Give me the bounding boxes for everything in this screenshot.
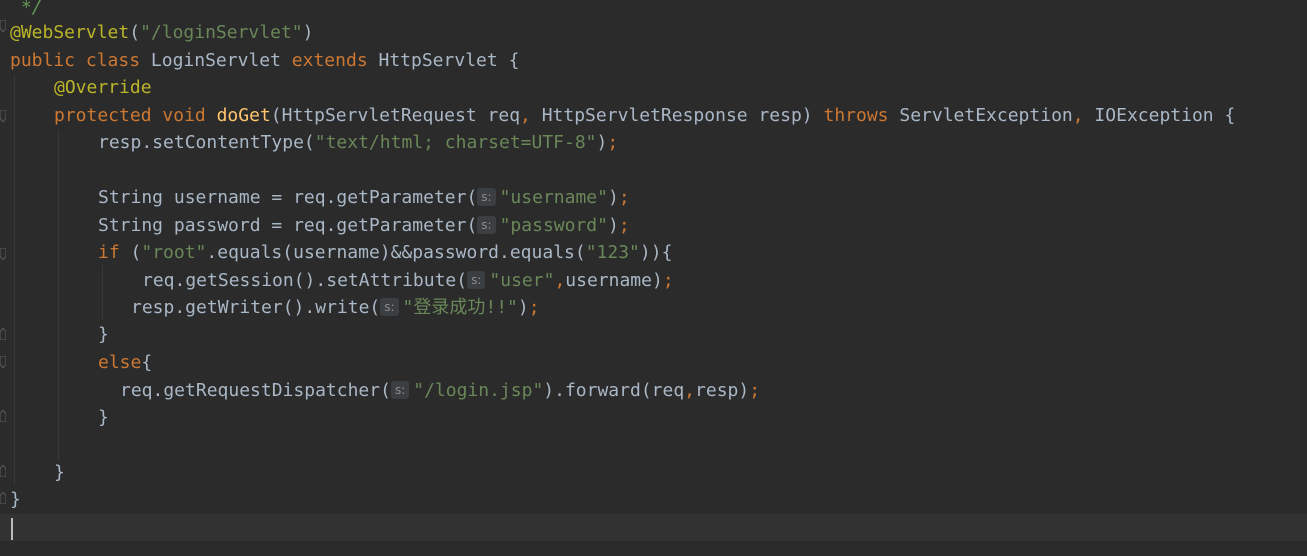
comma-token: , [1072, 105, 1084, 126]
keyword-token: public [10, 50, 76, 71]
semicolon-token: ; [662, 270, 674, 291]
fold-marker-icon[interactable] [0, 20, 6, 32]
indent-guide [58, 130, 59, 460]
text-caret [11, 518, 13, 540]
string-token: "username" [499, 187, 608, 208]
string-token: "text/html; charset=UTF-8" [314, 132, 597, 153]
fold-marker-icon[interactable] [0, 110, 6, 122]
brace-token: } [98, 324, 109, 345]
string-token: "/loginServlet" [140, 22, 303, 43]
code-line[interactable]: String password = req.getParameter(s: "pa… [98, 212, 630, 239]
code-token: username) [565, 270, 663, 291]
code-line[interactable]: public class LoginServlet extends HttpSe… [10, 47, 519, 74]
semicolon-token: ; [607, 132, 619, 153]
keyword-token: protected [54, 105, 152, 126]
fold-marker-icon[interactable] [0, 248, 6, 260]
code-token: ) [596, 132, 608, 153]
semicolon-token: ; [528, 297, 540, 318]
string-token: "root" [141, 242, 207, 263]
code-token: ServletException [888, 105, 1073, 126]
annotation-token: @Override [54, 77, 152, 98]
code-line[interactable]: req.getSession().setAttribute(s: "user",u… [142, 267, 674, 294]
comma-token: , [554, 270, 566, 291]
code-token: req.getSession().setAttribute( [142, 270, 468, 291]
fold-marker-icon[interactable] [0, 328, 6, 340]
brace-token: } [54, 462, 65, 483]
code-token: resp.setContentType( [98, 132, 315, 153]
code-line[interactable]: req.getRequestDispatcher(s: "/login.jsp")… [120, 377, 760, 404]
string-token: "user" [489, 270, 555, 291]
code-line[interactable]: String username = req.getParameter(s: "us… [98, 184, 630, 211]
code-token: ) [517, 297, 529, 318]
code-token: String username = req.getParameter( [98, 187, 478, 208]
annotation-token: @WebServlet [10, 22, 130, 43]
code-line[interactable]: resp.getWriter().write(s: "登录成功!!"); [131, 294, 540, 321]
fold-marker-icon[interactable] [0, 410, 6, 422]
string-token: "登录成功!!" [402, 297, 518, 318]
keyword-token: void [162, 105, 206, 126]
code-line[interactable]: } [10, 486, 21, 513]
code-line[interactable]: @Override [54, 74, 152, 101]
class-name-token: HttpServlet [378, 50, 498, 71]
indent-guide [14, 75, 15, 485]
brace-token: { [141, 352, 153, 373]
code-token: ) [607, 187, 619, 208]
code-line[interactable]: protected void doGet(HttpServletRequest … [54, 102, 1235, 129]
fold-marker-icon[interactable] [0, 492, 6, 504]
code-line[interactable]: } [98, 404, 109, 431]
code-token: String password = req.getParameter( [98, 215, 478, 236]
code-token: req.getRequestDispatcher( [120, 380, 391, 401]
code-token: ( [129, 22, 141, 43]
code-line[interactable]: else{ [98, 349, 152, 376]
code-token: ).forward(req [543, 380, 685, 401]
code-line[interactable]: resp.setContentType("text/html; charset=… [98, 129, 618, 156]
code-token: IOException { [1083, 105, 1236, 126]
code-token: ( [119, 242, 142, 263]
brace-token: } [10, 489, 21, 510]
current-line-highlight[interactable] [0, 514, 1307, 541]
code-token: (HttpServletRequest req [270, 105, 521, 126]
string-token: "/login.jsp" [413, 380, 544, 401]
keyword-token: class [85, 50, 141, 71]
semicolon-token: ; [749, 380, 761, 401]
parameter-hint: s: [477, 188, 496, 206]
semicolon-token: ; [618, 215, 630, 236]
comma-token: , [520, 105, 531, 126]
code-token: HttpServletResponse resp) [530, 105, 824, 126]
parameter-hint: s: [477, 216, 496, 234]
keyword-token: throws [823, 105, 889, 126]
method-name-token: doGet [216, 105, 271, 126]
code-editor[interactable]: */ @WebServlet("/loginServlet") public c… [0, 0, 1307, 556]
keyword-token: extends [291, 50, 368, 71]
code-token: .equals(username)&&password.equals( [206, 242, 586, 263]
code-token: )){ [639, 242, 673, 263]
comma-token: , [684, 380, 696, 401]
code-token: ) [607, 215, 619, 236]
parameter-hint: s: [390, 381, 410, 399]
code-line[interactable]: } [98, 321, 109, 348]
brace-token: { [508, 50, 520, 71]
fold-marker-icon[interactable] [0, 356, 6, 368]
code-line[interactable]: @WebServlet("/loginServlet") [10, 19, 313, 46]
comment-token: */ [10, 0, 43, 18]
fold-marker-icon[interactable] [0, 465, 6, 477]
string-token: "password" [499, 215, 608, 236]
parameter-hint: s: [467, 271, 486, 289]
string-token: "123" [585, 242, 640, 263]
class-name-token: LoginServlet [150, 50, 281, 71]
brace-token: } [98, 407, 109, 428]
keyword-token: if [98, 242, 120, 263]
code-token: resp.getWriter().write( [131, 297, 381, 318]
code-token: resp) [695, 380, 750, 401]
code-line[interactable]: } [54, 459, 65, 486]
code-token: ) [302, 22, 314, 43]
indent-guide [102, 265, 103, 320]
parameter-hint: s: [380, 298, 399, 316]
code-line[interactable]: if ("root".equals(username)&&password.eq… [98, 239, 672, 266]
code-line[interactable]: */ [10, 0, 43, 21]
semicolon-token: ; [618, 187, 630, 208]
keyword-token: else [98, 352, 142, 373]
